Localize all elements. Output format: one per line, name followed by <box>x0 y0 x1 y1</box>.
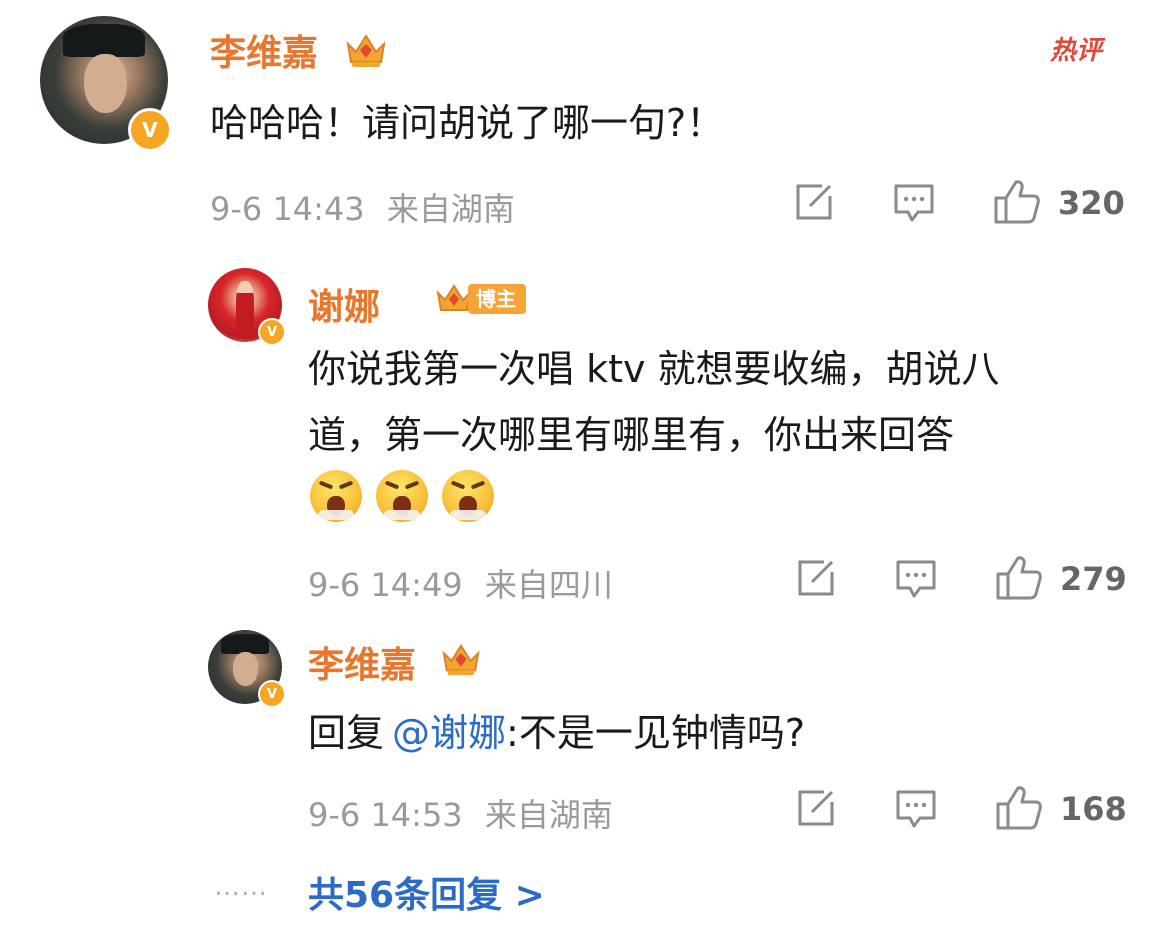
reply-location: 来自湖南 <box>484 796 613 834</box>
avatar-hat <box>63 23 145 57</box>
reply-text: 回复 @谢娜:不是一见钟情吗? <box>308 700 805 766</box>
comment-time: 9-6 14:43 <box>210 190 365 228</box>
reply-prefix: 回复 <box>308 711 385 755</box>
comment-username[interactable]: 李维嘉 <box>210 24 318 76</box>
reply-username[interactable]: 谢娜 <box>308 278 380 330</box>
reply-meta: 9-6 14:49 来自四川 <box>308 560 613 606</box>
avatar-figure <box>236 281 254 335</box>
blogger-tag: 博主 <box>468 284 526 314</box>
more-replies-link[interactable]: 共56条回复 > <box>308 866 545 918</box>
like-count: 168 <box>1060 790 1127 828</box>
crown-icon <box>346 34 386 67</box>
comment-icon[interactable] <box>894 558 938 600</box>
reply-text-line2: 道，第一次哪里有哪里有，你出来回答 <box>308 413 955 457</box>
angry-face-icon <box>442 470 494 522</box>
verified-badge-icon: V <box>128 108 172 152</box>
verified-badge-icon: V <box>258 680 286 708</box>
reply-body: :不是一见钟情吗? <box>506 711 806 755</box>
repost-icon[interactable] <box>794 788 838 828</box>
comment-icon[interactable] <box>894 788 938 830</box>
comment-icon[interactable] <box>892 182 936 224</box>
reply-username[interactable]: 李维嘉 <box>308 636 416 688</box>
crown-icon <box>442 643 480 676</box>
avatar-hat <box>221 634 269 654</box>
like-icon[interactable] <box>994 554 1044 602</box>
reply-time: 9-6 14:49 <box>308 566 463 604</box>
angry-face-icon <box>310 470 362 522</box>
mention-link[interactable]: @谢娜 <box>392 711 506 755</box>
comment-location: 来自湖南 <box>386 190 515 228</box>
like-icon[interactable] <box>994 784 1044 832</box>
reply-location: 来自四川 <box>484 566 613 604</box>
reply-meta: 9-6 14:53 来自湖南 <box>308 790 613 836</box>
more-dots: …… <box>214 872 268 902</box>
avatar-face <box>233 652 259 687</box>
verified-badge-icon: V <box>258 318 286 346</box>
repost-icon[interactable] <box>794 558 838 598</box>
like-icon[interactable] <box>992 178 1042 226</box>
blogger-badge: 博主 <box>434 282 526 316</box>
angry-face-icon <box>376 470 428 522</box>
repost-icon[interactable] <box>792 182 836 222</box>
hot-comment-label: 热评 <box>1050 36 1103 66</box>
avatar-face <box>83 54 128 114</box>
comment-meta: 9-6 14:43 来自湖南 <box>210 184 515 230</box>
reply-text-line1: 你说我第一次唱 ktv 就想要收编，胡说八 <box>308 347 1000 391</box>
like-count: 279 <box>1060 560 1127 598</box>
reply-time: 9-6 14:53 <box>308 796 463 834</box>
like-count: 320 <box>1058 184 1125 222</box>
comment-text: 哈哈哈！请问胡说了哪一句?！ <box>210 101 725 145</box>
